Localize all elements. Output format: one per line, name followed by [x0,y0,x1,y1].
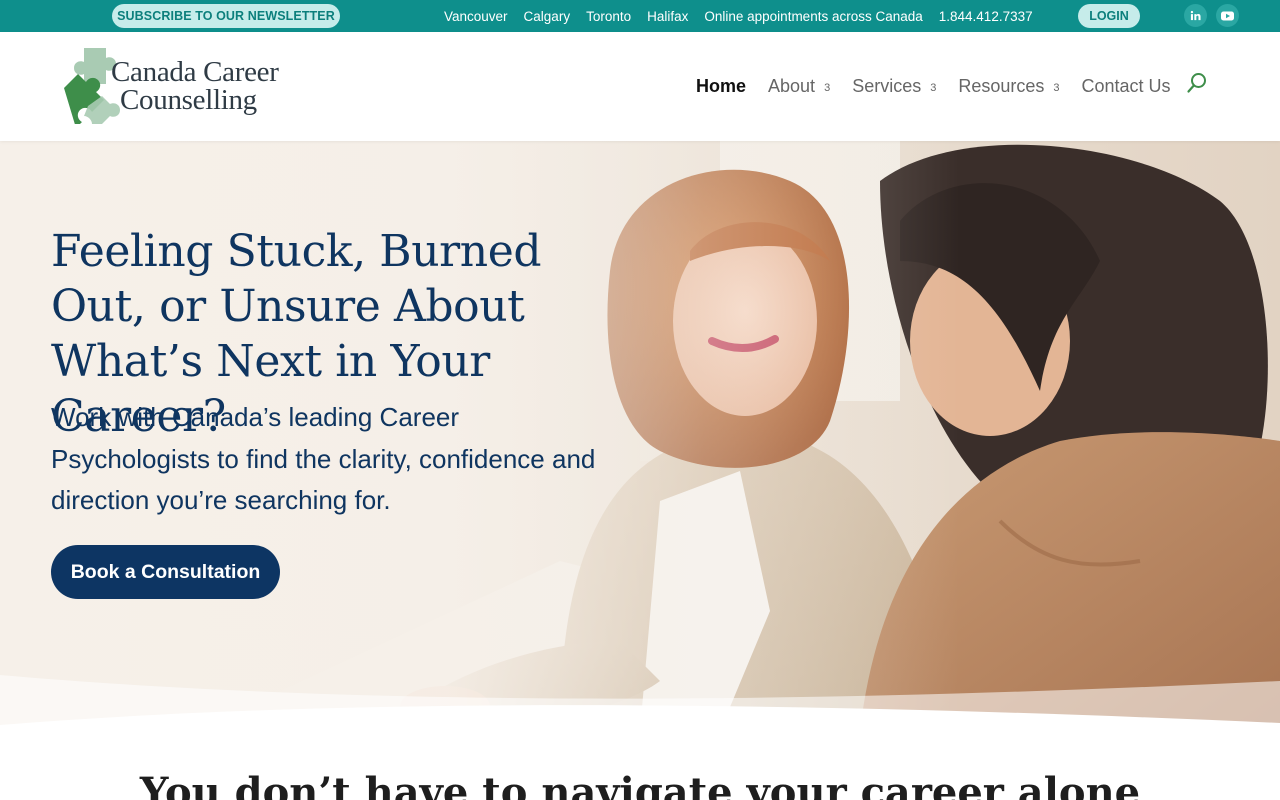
nav-item-contact-label: Contact Us [1081,76,1171,96]
nav-item-services-label: Services [852,76,922,96]
hero-wave-divider [0,675,1280,731]
logo-line-2: Counselling [120,84,257,116]
nav-item-resources[interactable]: Resources 3 [958,76,1059,97]
chevron-down-icon: 3 [824,81,831,94]
hero-subtitle: Work with Canada’s leading Career Psycho… [51,402,596,515]
subscribe-newsletter-button[interactable]: SUBSCRIBE TO OUR NEWSLETTER [112,4,340,28]
site-logo[interactable]: Canada Career Counselling [62,44,312,124]
location-link-vancouver[interactable]: Vancouver [444,9,508,24]
location-link-calgary[interactable]: Calgary [524,9,571,24]
online-appointments-link[interactable]: Online appointments across Canada [704,9,922,24]
youtube-icon[interactable] [1216,4,1239,27]
linkedin-icon[interactable] [1184,4,1207,27]
location-links: Vancouver Calgary Toronto Halifax Online… [444,0,1049,32]
book-consultation-button[interactable]: Book a Consultation [51,545,280,599]
main-nav: Home About 3 Services 3 Resources 3 Cont… [696,32,1193,141]
nav-item-resources-label: Resources [958,76,1045,96]
nav-item-services[interactable]: Services 3 [852,76,936,97]
top-bar: SUBSCRIBE TO OUR NEWSLETTER Vancouver Ca… [0,0,1280,32]
nav-item-about-label: About [768,76,816,96]
location-link-toronto[interactable]: Toronto [586,9,631,24]
chevron-down-icon: 3 [930,81,937,94]
phone-link[interactable]: 1.844.412.7337 [939,9,1033,24]
logo-line-1: Canada Career [111,56,279,88]
location-link-halifax[interactable]: Halifax [647,9,688,24]
login-button[interactable]: LOGIN [1078,4,1140,28]
nav-item-contact[interactable]: Contact Us [1082,76,1171,97]
nav-item-about[interactable]: About 3 [768,76,830,97]
search-icon[interactable] [1186,72,1208,94]
logo-text: Canada Career Counselling [111,56,279,116]
hero-section: Feeling Stuck, Burned Out, or Unsure Abo… [0,141,1280,731]
section-title: You don’t have to navigate your career a… [139,769,1141,800]
nav-item-home-label: Home [696,76,747,96]
chevron-down-icon: 3 [1053,81,1060,94]
site-header: Canada Career Counselling Home About 3 S… [0,32,1280,141]
nav-item-home[interactable]: Home [696,76,746,97]
